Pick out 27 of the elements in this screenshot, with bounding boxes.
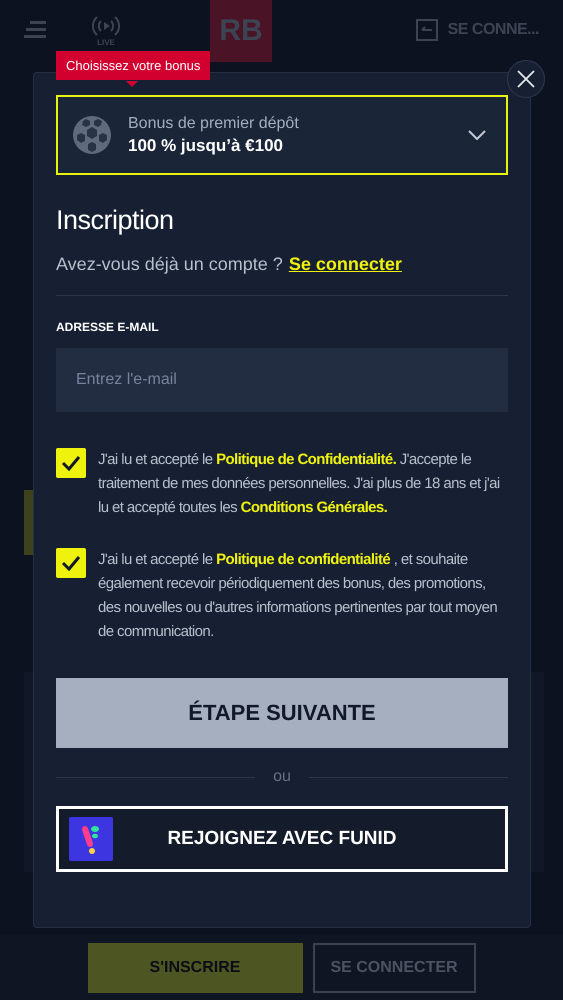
separator-label: ou (273, 768, 291, 786)
login-link[interactable]: Se connecter (288, 254, 402, 275)
policy-link[interactable]: Politique de confidentialité (216, 551, 390, 568)
bonus-title: Bonus de premier dépôt (128, 114, 300, 132)
login-prompt: Avez-vous déjà un compte ? (56, 254, 283, 275)
close-icon (517, 70, 535, 88)
bonus-tooltip: Choisissez votre bonus (56, 51, 210, 80)
next-step-button[interactable]: ÉTAPE SUIVANTE (56, 678, 508, 748)
close-button[interactable] (507, 60, 545, 98)
funid-logo-icon (69, 817, 113, 861)
consent-text: J'ai lu et accepté le Politique de confidentialité , et souhaite également recevoir périodiquement des bonus, des promotions, des nouvelles ou d'autres informations pertinentes par tout moyen de communication. (98, 550, 498, 642)
form-title: Inscription (56, 205, 175, 236)
policy-link[interactable]: Conditions Générales. (240, 499, 388, 516)
checkbox[interactable] (56, 548, 86, 578)
bonus-amount: 100 % jusqu’à €100 (128, 136, 284, 156)
checkbox[interactable] (56, 448, 86, 478)
checkmark-icon (61, 555, 81, 571)
consent-text: J'ai lu et accepté le Politique de Confidentialité. J'accepte le traitement de mes données personnelles. J'ai plus de 18 ans et j'ai lu et accepté toutes les Conditions Générales. (98, 450, 501, 518)
football-icon (72, 115, 112, 155)
policy-link[interactable]: Politique de Confidentialité. (216, 451, 396, 468)
checkmark-icon (61, 455, 81, 471)
bonus-selector[interactable]: Bonus de premier dépôt 100 % jusqu’à €100 (56, 95, 508, 175)
funid-button[interactable]: REJOIGNEZ AVEC FUNID (56, 806, 508, 872)
tooltip-pointer-icon (126, 81, 138, 87)
email-label: ADRESSE E-MAIL (56, 320, 160, 334)
email-field[interactable]: Entrez l'e-mail (56, 348, 508, 412)
chevron-down-icon (468, 130, 486, 140)
